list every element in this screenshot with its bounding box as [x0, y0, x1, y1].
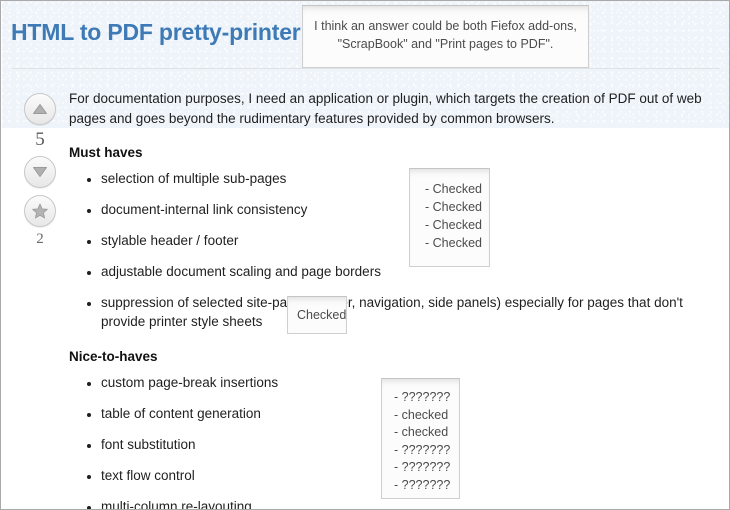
- vote-score: 5: [35, 129, 45, 150]
- favorite-count: 2: [36, 231, 44, 247]
- screenshot-frame: HTML to PDF pretty-printer I think an an…: [0, 0, 730, 510]
- annotation-line: - Checked: [425, 200, 482, 214]
- annotation-must-haves: - Checked - Checked - Checked - Checked: [409, 168, 490, 267]
- annotation-nice-to-haves: - ??????? - checked - checked - ??????? …: [381, 378, 460, 499]
- annotation-line: - Checked: [425, 182, 482, 196]
- star-icon: [32, 203, 48, 219]
- annotation-top: I think an answer could be both Fiefox a…: [302, 5, 589, 68]
- annotation-line: - ???????: [394, 477, 451, 492]
- annotation-line: - ???????: [394, 460, 451, 474]
- annotation-line: - Checked: [425, 236, 482, 250]
- up-arrow-icon: [33, 104, 47, 114]
- annotation-line: - ???????: [394, 442, 451, 457]
- annotation-line: - checked: [394, 407, 449, 422]
- vote-column: 5 2: [19, 93, 61, 248]
- must-haves-list: selection of multiple sub-pages document…: [69, 169, 721, 331]
- must-haves-heading: Must haves: [69, 145, 143, 160]
- annotation-line: Checked: [297, 308, 347, 322]
- annotation-line: - Checked: [425, 218, 482, 232]
- upvote-button[interactable]: [24, 93, 56, 125]
- header-divider: [12, 68, 720, 69]
- annotation-top-line-2: "ScrapBook" and "Print pages to PDF".: [337, 37, 554, 51]
- down-arrow-icon: [33, 167, 47, 177]
- vote-spacer: [19, 188, 61, 195]
- annotation-line: - ???????: [394, 390, 451, 404]
- annotation-line: - checked: [394, 425, 449, 439]
- page-title: HTML to PDF pretty-printer: [11, 19, 301, 45]
- downvote-button[interactable]: [24, 156, 56, 188]
- annotation-suppression: Checked: [287, 296, 347, 334]
- annotation-top-line-1: I think an answer could be both Fiefox a…: [314, 19, 577, 33]
- intro-paragraph: For documentation purposes, I need an ap…: [69, 91, 702, 126]
- nice-to-haves-heading: Nice-to-haves: [69, 349, 158, 364]
- list-item: suppression of selected site-parts (head…: [101, 293, 721, 331]
- favorite-button[interactable]: [24, 195, 56, 227]
